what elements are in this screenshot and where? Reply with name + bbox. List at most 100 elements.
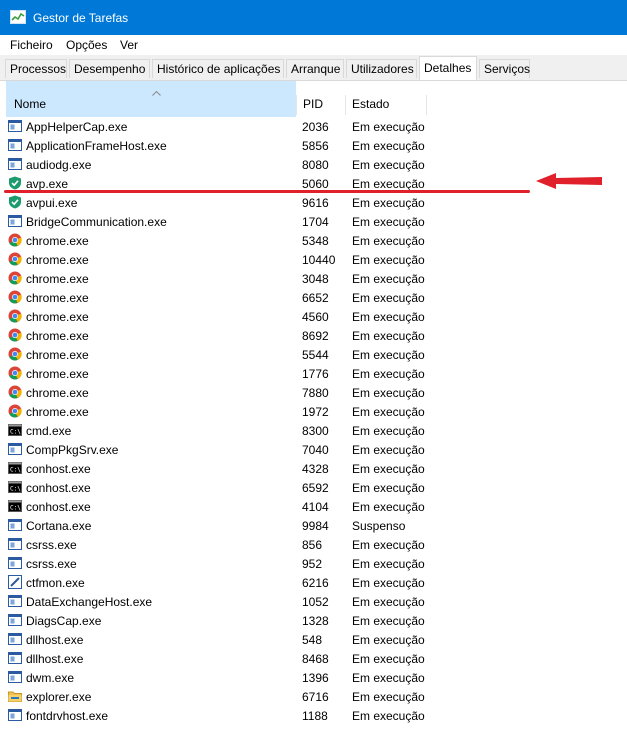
process-name: csrss.exe <box>26 538 77 552</box>
process-pid: 8692 <box>302 329 329 343</box>
process-state: Em execução <box>352 386 425 400</box>
tab-historico[interactable]: Histórico de aplicações <box>152 59 284 78</box>
process-name: fontdrvhost.exe <box>26 709 109 723</box>
chrome-icon <box>8 233 22 247</box>
process-pid: 2036 <box>302 120 329 134</box>
tab-desempenho[interactable]: Desempenho <box>69 59 150 78</box>
table-row[interactable]: C:\ conhost.exe 4328 Em execução <box>4 459 434 478</box>
process-state: Em execução <box>352 690 425 704</box>
process-name: dwm.exe <box>26 671 75 685</box>
title-bar[interactable]: Gestor de Tarefas <box>0 0 627 35</box>
table-row[interactable]: CompPkgSrv.exe 7040 Em execução <box>4 440 434 459</box>
process-state: Em execução <box>352 481 425 495</box>
table-row[interactable]: chrome.exe 3048 Em execução <box>4 269 434 288</box>
process-pid: 4560 <box>302 310 329 324</box>
table-row[interactable]: chrome.exe 8692 Em execução <box>4 326 434 345</box>
process-name: chrome.exe <box>26 405 89 419</box>
table-row[interactable]: DiagsCap.exe 1328 Em execução <box>4 611 434 630</box>
table-row[interactable]: dllhost.exe 548 Em execução <box>4 630 434 649</box>
pen-icon <box>8 575 22 589</box>
console-icon: C:\ <box>8 461 22 475</box>
process-name: CompPkgSrv.exe <box>26 443 119 457</box>
process-state: Em execução <box>352 576 425 590</box>
svg-text:C:\: C:\ <box>10 505 21 512</box>
process-pid: 1052 <box>302 595 329 609</box>
table-row[interactable]: csrss.exe 952 Em execução <box>4 554 434 573</box>
process-state: Em execução <box>352 500 425 514</box>
table-row[interactable]: explorer.exe 6716 Em execução <box>4 687 434 706</box>
process-state: Em execução <box>352 557 425 571</box>
process-pid: 9984 <box>302 519 329 533</box>
table-row[interactable]: chrome.exe 7880 Em execução <box>4 383 434 402</box>
chrome-icon <box>8 252 22 266</box>
process-pid: 3048 <box>302 272 329 286</box>
table-row[interactable]: BridgeCommunication.exe 1704 Em execução <box>4 212 434 231</box>
menu-ficheiro[interactable]: Ficheiro <box>10 38 53 52</box>
column-separator[interactable] <box>426 95 427 115</box>
table-row[interactable]: chrome.exe 1776 Em execução <box>4 364 434 383</box>
table-row[interactable]: chrome.exe 4560 Em execução <box>4 307 434 326</box>
details-panel[interactable]: Nome PID Estado AppHelperCap.exe 2036 Em e… <box>0 80 627 730</box>
process-pid: 1972 <box>302 405 329 419</box>
table-row[interactable]: DataExchangeHost.exe 1052 Em execução <box>4 592 434 611</box>
table-row[interactable]: dllhost.exe 8468 Em execução <box>4 649 434 668</box>
table-row[interactable]: Cortana.exe 9984 Suspenso <box>4 516 434 535</box>
table-row[interactable]: csrss.exe 856 Em execução <box>4 535 434 554</box>
menu-opcoes[interactable]: Opções <box>66 38 107 52</box>
task-manager-icon <box>10 10 26 24</box>
process-state: Em execução <box>352 348 425 362</box>
table-row[interactable]: C:\ conhost.exe 4104 Em execução <box>4 497 434 516</box>
table-row[interactable]: chrome.exe 6652 Em execução <box>4 288 434 307</box>
window-icon <box>8 594 22 608</box>
process-pid: 1776 <box>302 367 329 381</box>
process-name: chrome.exe <box>26 253 89 267</box>
table-row[interactable]: C:\ cmd.exe 8300 Em execução <box>4 421 434 440</box>
window-icon <box>8 537 22 551</box>
table-row[interactable]: C:\ conhost.exe 6592 Em execução <box>4 478 434 497</box>
window-icon <box>8 651 22 665</box>
tab-processos[interactable]: Processos <box>5 59 67 78</box>
table-row[interactable]: AppHelperCap.exe 2036 Em execução <box>4 117 434 136</box>
menu-bar: Ficheiro Opções Ver <box>0 35 627 55</box>
tab-arranque[interactable]: Arranque <box>286 59 344 78</box>
table-row[interactable]: chrome.exe 1972 Em execução <box>4 402 434 421</box>
table-row[interactable]: chrome.exe 5544 Em execução <box>4 345 434 364</box>
tab-utilizadores[interactable]: Utilizadores <box>346 59 417 78</box>
process-name: cmd.exe <box>26 424 72 438</box>
window-icon <box>8 442 22 456</box>
table-row[interactable]: chrome.exe 10440 Em execução <box>4 250 434 269</box>
svg-text:C:\: C:\ <box>10 429 21 436</box>
window-icon <box>8 138 22 152</box>
table-row[interactable]: avpui.exe 9616 Em execução <box>4 193 434 212</box>
process-name: conhost.exe <box>26 462 91 476</box>
window-icon <box>8 613 22 627</box>
process-name: chrome.exe <box>26 386 89 400</box>
table-row[interactable]: dwm.exe 1396 Em execução <box>4 668 434 687</box>
process-pid: 6716 <box>302 690 329 704</box>
tab-servicos[interactable]: Serviços <box>479 59 530 78</box>
process-name: ctfmon.exe <box>26 576 85 590</box>
window-icon <box>8 556 22 570</box>
chrome-icon <box>8 385 22 399</box>
process-name: explorer.exe <box>26 690 92 704</box>
process-state: Suspenso <box>352 519 406 533</box>
process-state: Em execução <box>352 234 425 248</box>
process-state: Em execução <box>352 196 425 210</box>
annotation-arrow-icon <box>536 173 602 189</box>
menu-ver[interactable]: Ver <box>120 38 138 52</box>
table-row[interactable]: chrome.exe 5348 Em execução <box>4 231 434 250</box>
table-row[interactable]: fontdrvhost.exe 1188 Em execução <box>4 706 434 725</box>
svg-text:C:\: C:\ <box>10 486 21 493</box>
table-row[interactable]: audiodg.exe 8080 Em execução <box>4 155 434 174</box>
annotation-underline <box>4 190 530 193</box>
table-row[interactable]: ApplicationFrameHost.exe 5856 Em execução <box>4 136 434 155</box>
process-name: BridgeCommunication.exe <box>26 215 167 229</box>
process-pid: 8080 <box>302 158 329 172</box>
column-header-state[interactable]: Estado <box>346 81 426 117</box>
tab-detalhes[interactable]: Detalhes <box>419 56 477 80</box>
process-pid: 1396 <box>302 671 329 685</box>
column-header-name[interactable]: Nome <box>6 81 296 117</box>
console-icon: C:\ <box>8 423 22 437</box>
column-header-pid[interactable]: PID <box>297 81 345 117</box>
table-row[interactable]: ctfmon.exe 6216 Em execução <box>4 573 434 592</box>
